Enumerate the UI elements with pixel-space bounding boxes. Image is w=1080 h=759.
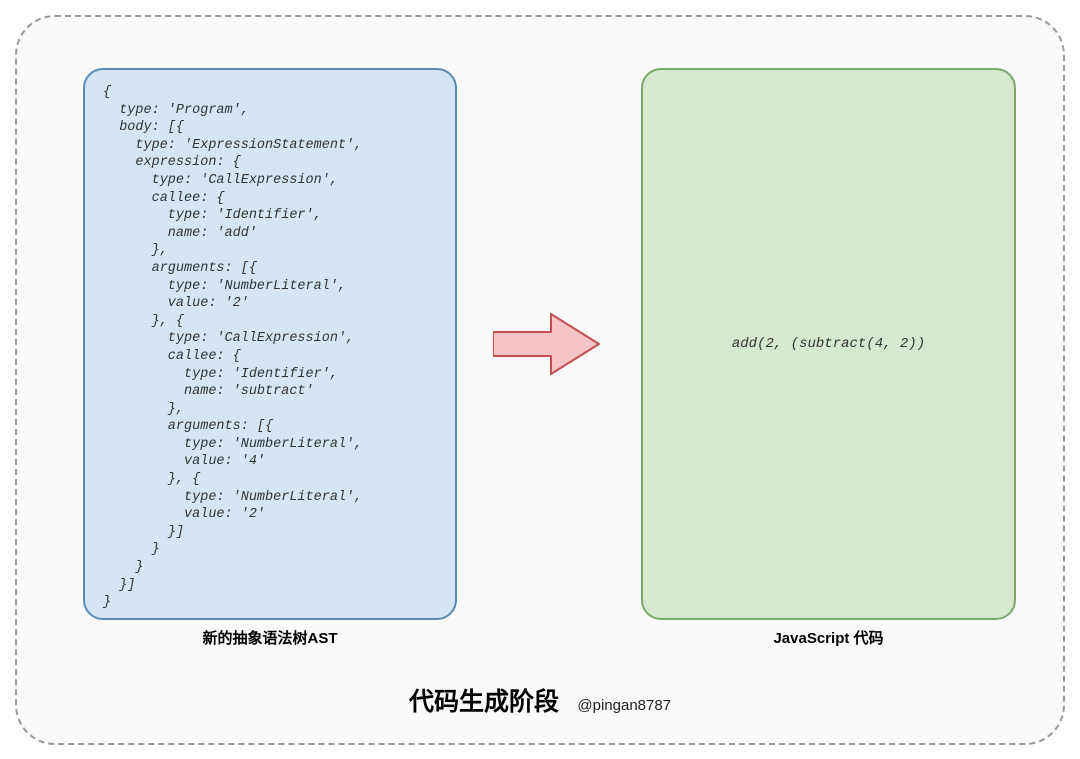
ast-code: { type: 'Program', body: [{ type: 'Expre…: [103, 84, 362, 612]
arrow-icon: [493, 310, 603, 378]
js-label: JavaScript 代码: [641, 627, 1016, 648]
ast-label: 新的抽象语法树AST: [83, 627, 457, 648]
diagram-container: { type: 'Program', body: [{ type: 'Expre…: [15, 15, 1065, 745]
diagram-title: 代码生成阶段 @pingan8787: [17, 682, 1063, 718]
js-code: add(2, (subtract(4, 2)): [732, 336, 925, 352]
title-main: 代码生成阶段: [409, 688, 559, 716]
js-panel: add(2, (subtract(4, 2)): [641, 68, 1016, 620]
title-author: @pingan8787: [577, 697, 671, 714]
ast-panel: { type: 'Program', body: [{ type: 'Expre…: [83, 68, 457, 620]
